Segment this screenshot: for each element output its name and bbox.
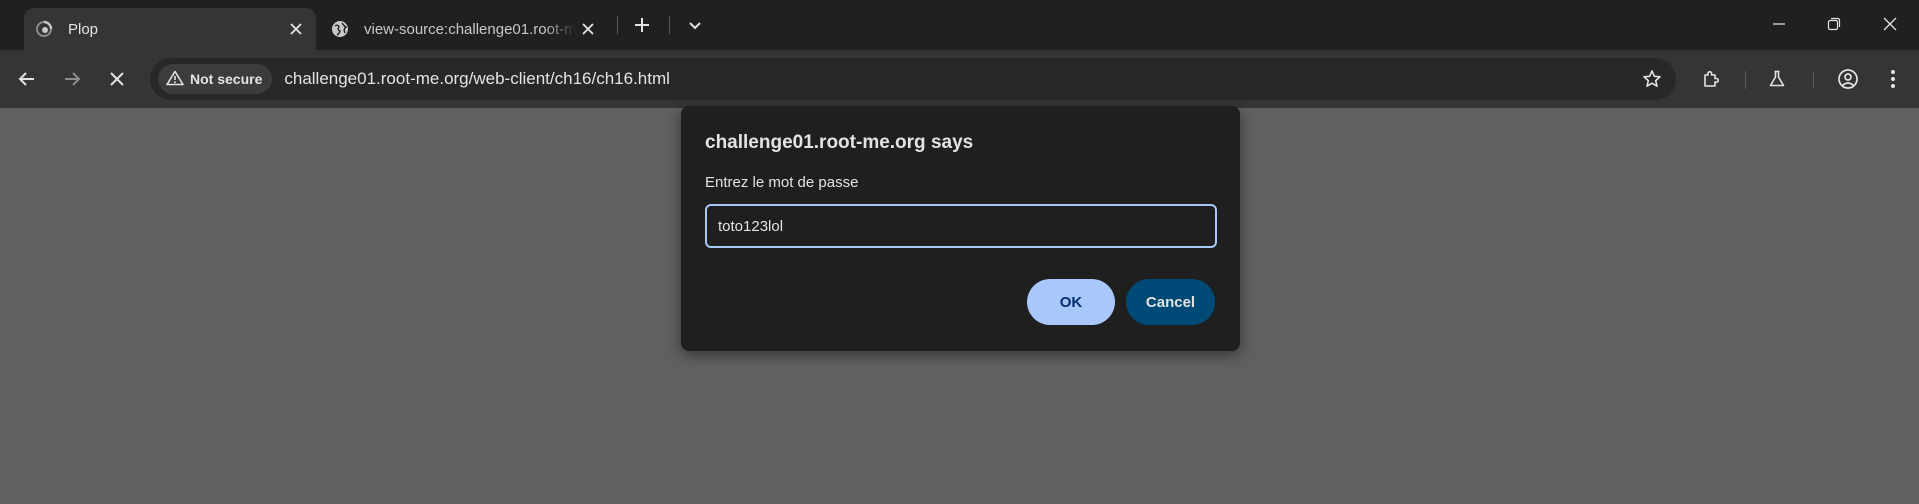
- tab-search-chevron-down-icon[interactable]: [681, 11, 709, 39]
- restore-icon[interactable]: [1806, 0, 1862, 48]
- bookmark-star-icon[interactable]: [1634, 61, 1670, 97]
- close-tab-icon[interactable]: [284, 17, 308, 41]
- loading-spinner-icon: [34, 19, 54, 39]
- tab-strip: Plop view-source:challenge01.root-me.org: [0, 0, 1919, 50]
- prompt-dialog: challenge01.root-me.org says Entrez le m…: [681, 106, 1240, 351]
- labs-flask-icon[interactable]: [1759, 61, 1795, 97]
- forward-arrow-icon[interactable]: [54, 61, 90, 97]
- stop-loading-icon[interactable]: [99, 61, 135, 97]
- dialog-title: challenge01.root-me.org says: [705, 132, 974, 153]
- address-bar[interactable]: Not secure challenge01.root-me.org/web-c…: [150, 58, 1676, 100]
- toolbar-separator: [1813, 71, 1814, 89]
- toolbar-separator: [1745, 71, 1746, 89]
- close-window-icon[interactable]: [1862, 0, 1918, 48]
- tab-separator: [669, 16, 670, 34]
- tab-title: view-source:challenge01.root-me.org: [364, 20, 576, 38]
- minimize-icon[interactable]: [1751, 0, 1807, 48]
- dialog-message: Entrez le mot de passe: [705, 174, 859, 191]
- menu-kebab-icon[interactable]: [1875, 61, 1911, 97]
- tab-title: Plop: [68, 20, 99, 38]
- warning-triangle-icon: [166, 70, 184, 89]
- tab-view-source[interactable]: view-source:challenge01.root-me.org: [320, 8, 608, 50]
- close-tab-icon[interactable]: [576, 17, 600, 41]
- globe-icon: [330, 19, 350, 39]
- cancel-button[interactable]: Cancel: [1126, 279, 1215, 325]
- tab-plop[interactable]: Plop: [24, 8, 316, 50]
- back-arrow-icon[interactable]: [9, 61, 45, 97]
- tab-separator: [617, 16, 618, 34]
- security-label: Not secure: [190, 71, 263, 87]
- security-indicator[interactable]: Not secure: [158, 64, 273, 94]
- profile-avatar-icon[interactable]: [1830, 61, 1866, 97]
- new-tab-icon[interactable]: [628, 11, 656, 39]
- ok-button[interactable]: OK: [1027, 279, 1115, 325]
- toolbar: Not secure challenge01.root-me.org/web-c…: [0, 50, 1919, 108]
- password-input[interactable]: [705, 204, 1217, 248]
- url-text[interactable]: challenge01.root-me.org/web-client/ch16/…: [284, 69, 1634, 89]
- extensions-puzzle-icon[interactable]: [1693, 61, 1729, 97]
